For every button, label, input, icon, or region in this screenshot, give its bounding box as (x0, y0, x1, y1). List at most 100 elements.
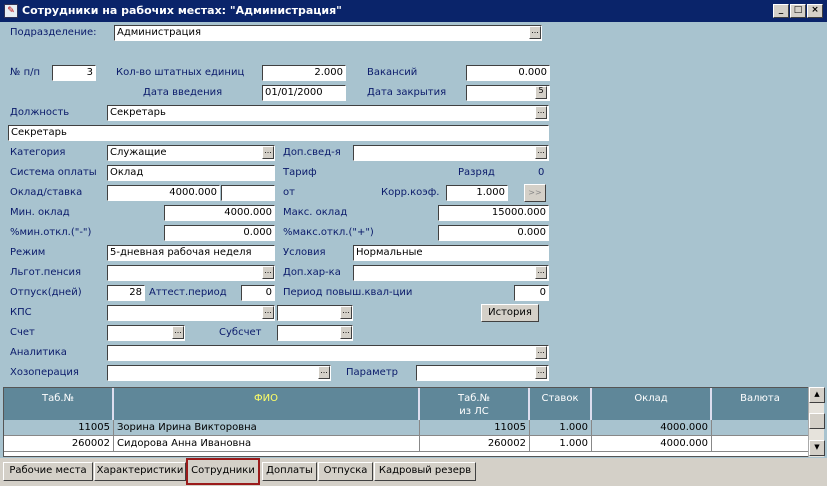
col-header-tab-ls[interactable]: Таб.№ из ЛС (420, 388, 530, 420)
scroll-thumb[interactable] (809, 413, 825, 429)
hozoperaciya-label: Хозоперация (10, 367, 79, 378)
vakansiy-label: Вакансий (367, 67, 418, 78)
kps-browse-button[interactable]: ... (262, 306, 274, 319)
table-row[interactable]: 11005 Зорина Ирина Викторовна 11005 1.00… (4, 420, 808, 436)
tab-harakteristiki[interactable]: Характеристики (94, 462, 186, 481)
oklad-stavka-field[interactable]: 4000.000 (107, 185, 220, 201)
dolzhnost-label: Должность (10, 107, 70, 118)
col-header-oklad[interactable]: Оклад (592, 388, 712, 420)
period-povysh-field[interactable]: 0 (514, 285, 549, 301)
dolzhnost-full-field[interactable]: Секретарь (8, 125, 549, 141)
num-field[interactable]: 3 (52, 65, 96, 81)
attest-field[interactable]: 0 (241, 285, 275, 301)
kps-label: КПС (10, 307, 32, 318)
table-scrollbar[interactable]: ▲ ▼ (808, 387, 825, 457)
table-row[interactable]: 260002 Сидорова Анна Ивановна 260002 1.0… (4, 436, 808, 452)
kategoriya-field[interactable]: Служащие (107, 145, 275, 161)
korr-next-button[interactable]: >> (524, 184, 546, 202)
maks-oklad-field[interactable]: 15000.000 (438, 205, 549, 221)
min-otkl-field[interactable]: 0.000 (164, 225, 275, 241)
otpusk-field[interactable]: 28 (107, 285, 145, 301)
cell-oklad: 4000.000 (592, 436, 712, 452)
rezhim-field[interactable]: 5-дневная рабочая неделя (107, 245, 275, 261)
cell-tab: 11005 (4, 420, 114, 436)
tab-rabochie-mesta[interactable]: Рабочие места (3, 462, 93, 481)
oklad-stavka-extra-field[interactable] (221, 185, 275, 201)
cell-fio: Зорина Ирина Викторовна (114, 420, 420, 436)
korr-field[interactable]: 1.000 (446, 185, 508, 201)
scroll-down-icon[interactable]: ▼ (809, 440, 825, 456)
tab-otpuska[interactable]: Отпуска (318, 462, 373, 481)
razryad-value: 0 (538, 167, 545, 178)
data-vvedeniya-label: Дата введения (143, 87, 223, 98)
hozoperaciya-browse-button[interactable]: ... (318, 366, 330, 379)
kps-field[interactable] (107, 305, 275, 321)
usloviya-label: Условия (283, 247, 326, 258)
close-button[interactable]: × (807, 4, 823, 18)
podrazdelenie-browse-button[interactable]: ... (529, 26, 541, 39)
kategoriya-browse-button[interactable]: ... (262, 146, 274, 159)
min-oklad-field[interactable]: 4000.000 (164, 205, 275, 221)
scroll-up-icon[interactable]: ▲ (809, 387, 825, 403)
ot-label: от (283, 187, 295, 198)
sistema-oplaty-field[interactable]: Оклад (107, 165, 275, 181)
analitika-label: Аналитика (10, 347, 67, 358)
istoriya-button[interactable]: История (481, 304, 539, 322)
parametr-field[interactable] (416, 365, 549, 381)
tab-kadrovyy-rezerv[interactable]: Кадровый резерв (374, 462, 476, 481)
parametr-label: Параметр (346, 367, 398, 378)
subschet-browse-button[interactable]: ... (340, 326, 352, 339)
dop-sved-field[interactable] (353, 145, 549, 161)
cell-valuta (712, 436, 808, 452)
cell-fio: Сидорова Анна Ивановна (114, 436, 420, 452)
analitika-field[interactable] (107, 345, 549, 361)
cell-valuta (712, 420, 808, 436)
employees-table: Таб.№ ФИО Таб.№ из ЛС Ставок Оклад Валюта… (3, 387, 809, 457)
app-icon: ✎ (4, 4, 18, 18)
data-vvedeniya-field[interactable]: 01/01/2000 (262, 85, 346, 101)
dolzhnost-field[interactable]: Секретарь (107, 105, 549, 121)
main-window: ✎ Сотрудники на рабочих местах: "Админис… (0, 0, 827, 486)
tab-sotrudniki[interactable]: Сотрудники (186, 458, 260, 485)
podrazdelenie-label: Подразделение: (10, 27, 97, 38)
dop-sved-browse-button[interactable]: ... (535, 146, 547, 159)
maks-oklad-label: Макс. оклад (283, 207, 348, 218)
dolzhnost-browse-button[interactable]: ... (535, 106, 547, 119)
num-label: № п/п (10, 67, 41, 78)
schet-browse-button[interactable]: ... (172, 326, 184, 339)
tarif-label: Тариф (283, 167, 317, 178)
cell-oklad: 4000.000 (592, 420, 712, 436)
window-title: Сотрудники на рабочих местах: "Администр… (22, 4, 342, 17)
maks-otkl-label: %макс.откл.("+") (283, 227, 374, 238)
lgot-pensiya-field[interactable] (107, 265, 275, 281)
col-header-tab-ls-line2: из ЛС (459, 406, 489, 417)
dop-har-label: Доп.хар-ка (283, 267, 341, 278)
subschet-label: Субсчет (219, 327, 262, 338)
vakansiy-field[interactable]: 0.000 (466, 65, 550, 81)
col-header-fio[interactable]: ФИО (114, 388, 420, 420)
minimize-button[interactable]: _ (773, 4, 789, 18)
dop-har-field[interactable] (353, 265, 549, 281)
col-header-valuta[interactable]: Валюта (712, 388, 808, 420)
calendar-icon[interactable]: 5 (535, 86, 547, 99)
razryad-label: Разряд (458, 167, 495, 178)
dop-har-browse-button[interactable]: ... (535, 266, 547, 279)
cell-stavok: 1.000 (530, 436, 592, 452)
lgot-pensiya-browse-button[interactable]: ... (262, 266, 274, 279)
kps-extra-browse-button[interactable]: ... (340, 306, 352, 319)
min-oklad-label: Мин. оклад (10, 207, 70, 218)
col-header-stavok[interactable]: Ставок (530, 388, 592, 420)
podrazdelenie-field[interactable]: Администрация (114, 25, 542, 41)
maximize-button[interactable]: □ (790, 4, 806, 18)
shtat-label: Кол-во штатных единиц (116, 67, 245, 78)
hozoperaciya-field[interactable] (107, 365, 331, 381)
shtat-field[interactable]: 2.000 (262, 65, 346, 81)
schet-label: Счет (10, 327, 35, 338)
cell-stavok: 1.000 (530, 420, 592, 436)
tab-doplaty[interactable]: Доплаты (262, 462, 317, 481)
parametr-browse-button[interactable]: ... (535, 366, 547, 379)
maks-otkl-field[interactable]: 0.000 (438, 225, 549, 241)
usloviya-field[interactable]: Нормальные (353, 245, 549, 261)
col-header-tab[interactable]: Таб.№ (4, 388, 114, 420)
analitika-browse-button[interactable]: ... (535, 346, 547, 359)
